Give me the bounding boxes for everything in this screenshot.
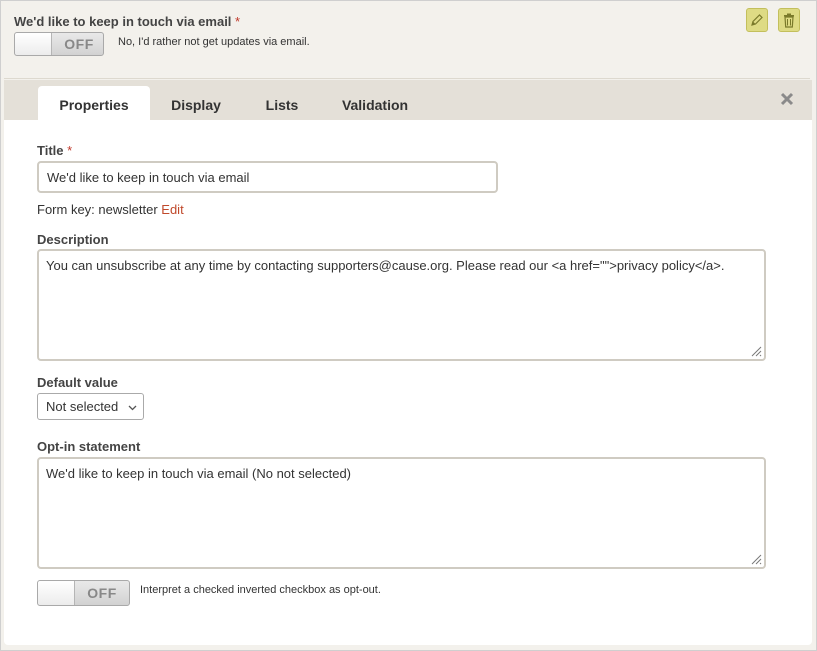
default-value-select[interactable]: Not selected [37,393,144,420]
title-label: Title * [37,143,72,158]
trash-icon [784,13,794,28]
toggle-state-label: OFF [64,36,94,52]
title-required-marker: * [67,143,73,158]
title-input[interactable] [37,161,498,193]
optin-statement-text: We'd like to keep in touch via email (No… [46,466,352,481]
chevron-down-icon [128,405,137,411]
tab-validation[interactable]: Validation [330,86,420,120]
preview-title-text: We'd like to keep in touch via email [14,14,232,29]
default-value-label: Default value [37,375,118,390]
toggle-knob [15,33,52,55]
edit-button[interactable] [746,8,768,32]
form-key-edit-link[interactable]: Edit [161,202,183,217]
tabs-bar: Properties Display Lists Validation [4,80,812,120]
pencil-icon [751,14,763,26]
preview-toggle[interactable]: OFF [14,32,104,56]
required-marker: * [235,14,241,29]
resize-grip-icon[interactable] [750,345,762,357]
title-label-text: Title [37,143,64,158]
invert-optout-note: Interpret a checked inverted checkbox as… [140,584,381,596]
form-key: Form key: newsletter Edit [37,202,184,217]
tab-lists[interactable]: Lists [246,86,318,120]
delete-button[interactable] [778,8,800,32]
tab-display[interactable]: Display [156,86,236,120]
tab-properties[interactable]: Properties [38,86,150,120]
description-text: You can unsubscribe at any time by conta… [46,258,725,273]
preview-toggle-note: No, I'd rather not get updates via email… [118,36,310,48]
description-textarea[interactable]: You can unsubscribe at any time by conta… [37,249,766,361]
optin-statement-textarea[interactable]: We'd like to keep in touch via email (No… [37,457,766,569]
close-icon[interactable] [780,88,794,112]
preview-title: We'd like to keep in touch via email * [14,14,240,29]
invert-optout-toggle[interactable]: OFF [37,580,130,606]
properties-panel: Title * Form key: newsletter Edit Descri… [4,120,812,645]
resize-grip-icon[interactable] [750,553,762,565]
default-value-selected: Not selected [46,399,119,414]
optin-statement-label: Opt-in statement [37,439,141,454]
description-label: Description [37,232,109,247]
form-key-text: Form key: newsletter [37,202,158,217]
toggle-state-label: OFF [87,585,117,601]
field-preview: We'd like to keep in touch via email * O… [4,4,810,79]
toggle-knob [38,581,75,605]
